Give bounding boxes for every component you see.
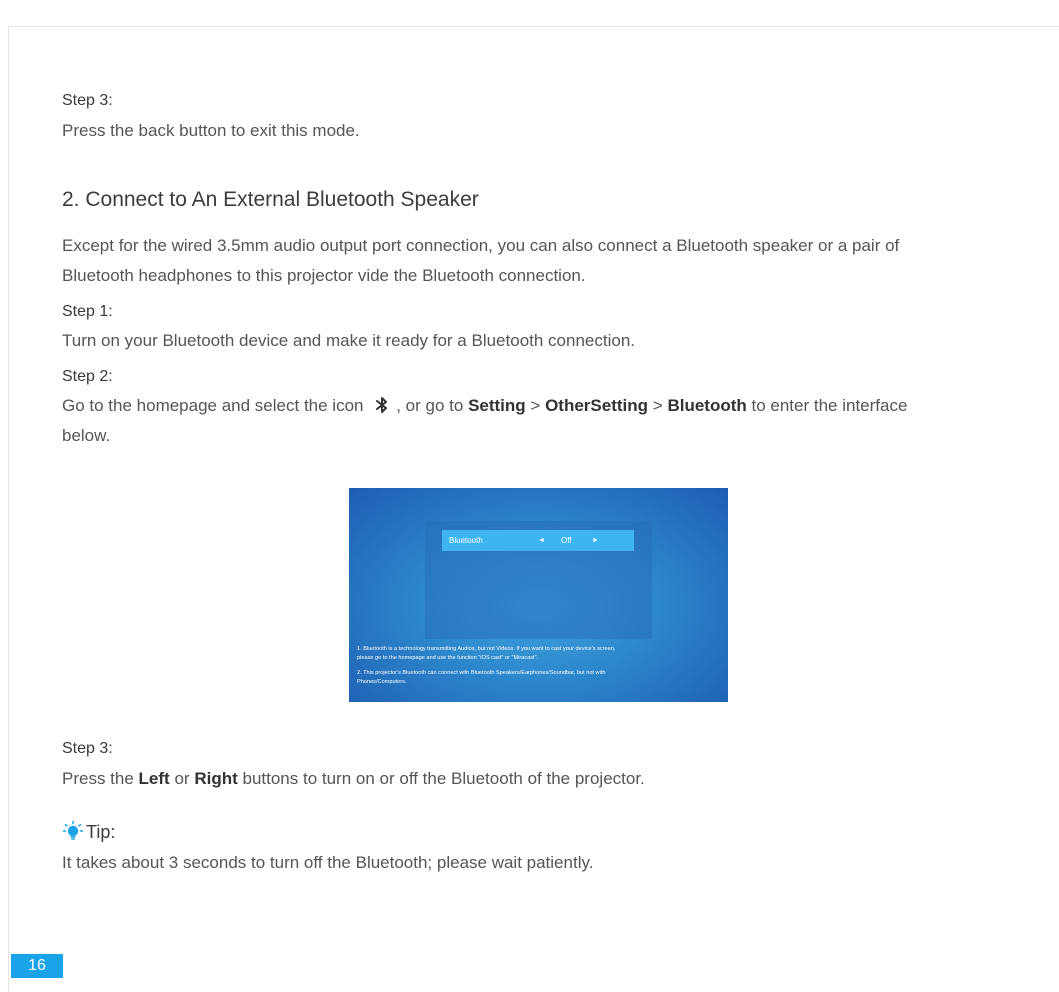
page-content-bottom: Step 3: Press the Left or Right buttons … (62, 738, 1022, 878)
right-arrow-icon: ► (592, 537, 599, 544)
step3-or: or (174, 769, 190, 788)
step3-bottom-text: Press the Left or Right buttons to turn … (62, 764, 1022, 794)
intro-line-1: Except for the wired 3.5mm audio output … (62, 236, 900, 255)
step2-label: Step 2: (62, 368, 113, 385)
note-2: 2. This projector's Bluetooth can connec… (357, 669, 722, 686)
lightbulb-icon (62, 820, 84, 842)
bluetooth-row-value: Off (561, 536, 572, 545)
menu-panel: Bluetooth ◄ Off ► (425, 521, 652, 639)
step2-text-b: , or go to (396, 396, 464, 415)
bluetooth-menu-row: Bluetooth ◄ Off ► (442, 530, 634, 551)
step2-other: OtherSetting (545, 396, 649, 415)
step2-text-a: Go to the homepage and select the icon (62, 396, 364, 415)
note-1-line-1: 1. Bluetooth is a technology transmittin… (357, 646, 616, 652)
step2-bluetooth: Bluetooth (667, 396, 747, 415)
step3-left: Left (138, 769, 170, 788)
page-content: Step 3: Press the back button to exit th… (62, 90, 1022, 451)
step2-text-line1: Go to the homepage and select the icon ,… (62, 391, 1022, 421)
step3-top-text: Press the back button to exit this mode. (62, 121, 360, 140)
intro-line-2: Bluetooth headphones to this projector v… (62, 266, 586, 285)
step1-text: Turn on your Bluetooth device and make i… (62, 331, 635, 350)
page-number: 16 (11, 954, 63, 978)
step2-sep1: > (530, 396, 541, 415)
tip-heading: Tip: (62, 820, 1022, 844)
left-arrow-icon: ◄ (538, 537, 545, 544)
step2-sep2: > (652, 396, 663, 415)
step2-text-c: to enter the interface (751, 396, 908, 415)
step2-text-line2: below. (62, 426, 111, 445)
section-title: 2. Connect to An External Bluetooth Spea… (62, 188, 479, 211)
step1-label: Step 1: (62, 303, 113, 320)
note-1-line-2: please go to the homepage and use the fu… (357, 654, 539, 661)
left-divider (8, 26, 9, 992)
top-divider (8, 26, 1059, 27)
note-2-line-1: 2. This projector's Bluetooth can connec… (357, 670, 606, 676)
step3-top-label: Step 3: (62, 92, 113, 109)
tip-label: Tip: (86, 822, 116, 842)
note-2-line-2: Phones/Computers. (357, 678, 407, 685)
step2-setting: Setting (468, 396, 526, 415)
step3-text-a: Press the (62, 769, 134, 788)
bluetooth-icon (372, 395, 392, 415)
step3-text-b: buttons to turn on or off the Bluetooth … (242, 769, 645, 788)
step3-bottom-label: Step 3: (62, 740, 113, 757)
note-1: 1. Bluetooth is a technology transmittin… (357, 645, 722, 662)
bluetooth-row-label: Bluetooth (449, 536, 483, 545)
tip-text: It takes about 3 seconds to turn off the… (62, 853, 594, 872)
step3-right: Right (194, 769, 238, 788)
bluetooth-settings-screenshot: Bluetooth ◄ Off ► 1. Bluetooth is a tech… (349, 488, 728, 702)
